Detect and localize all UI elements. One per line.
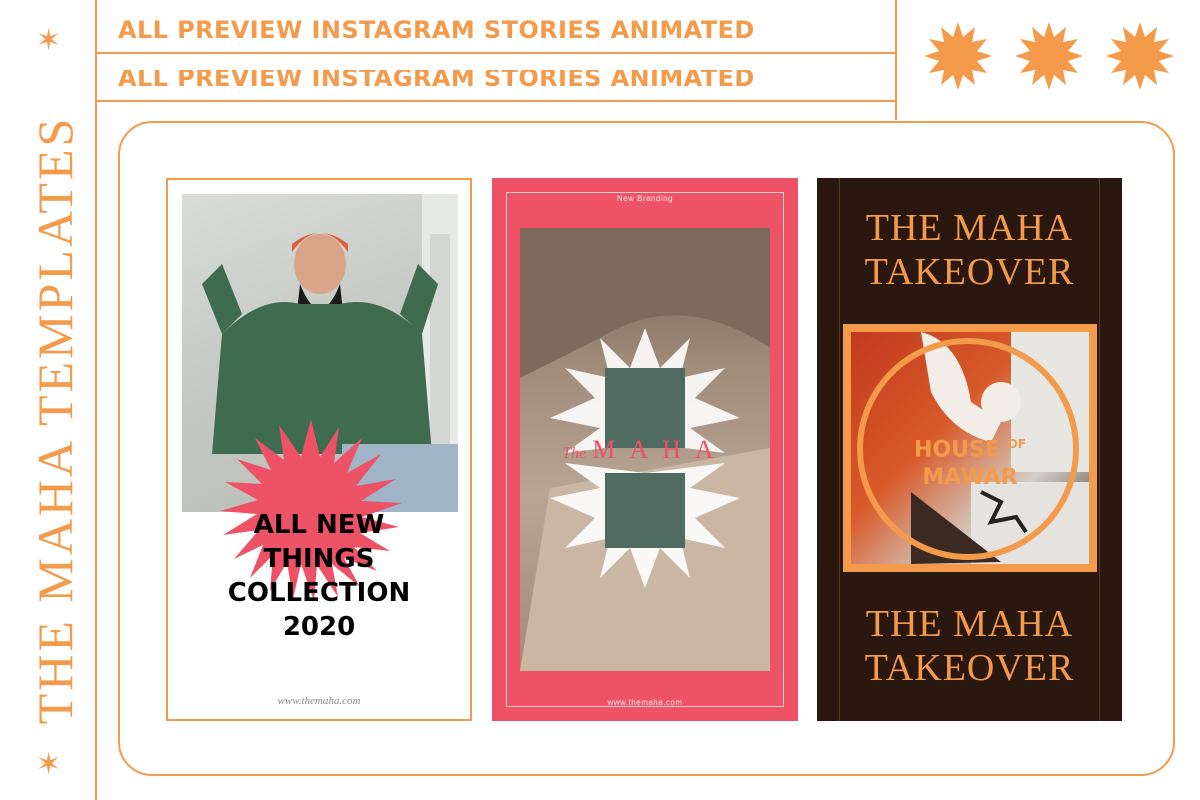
story-title-line: COLLECTION <box>227 578 411 608</box>
heading-line: TAKEOVER <box>864 251 1075 293</box>
header-line-top <box>95 52 895 54</box>
page-headline: ALL PREVIEW INSTAGRAM STORIES ANIMATED <box>118 16 755 44</box>
heading-line: THE MAHA <box>865 207 1074 249</box>
story-card-2[interactable]: New Branding The MAHA www.themaha.com <box>492 178 798 721</box>
star-icon: ✶ <box>36 748 62 781</box>
story-top-text: New Branding <box>616 194 674 203</box>
logo-the: The <box>562 445 587 462</box>
story-title-line: THINGS <box>263 544 375 574</box>
heading-line: TAKEOVER <box>864 647 1075 689</box>
burst-icon <box>924 22 992 90</box>
story-photo: HOUSE OF MAWAR <box>851 332 1089 564</box>
story-url: www.themaha.com <box>277 695 361 707</box>
story-card-3[interactable]: THE MAHA TAKEOVER HOUSE OF MAWAR THE MAH… <box>817 178 1122 721</box>
story-url: www.themaha.com <box>607 698 683 707</box>
header-right-divider <box>895 0 897 120</box>
brand-vertical-title: THE MAHA TEMPLATES <box>27 115 83 725</box>
label-house: HOUSE <box>914 437 1000 463</box>
left-divider-line <box>95 0 97 800</box>
page-headline-echo: ALL PREVIEW INSTAGRAM STORIES ANIMATED <box>118 70 755 92</box>
story-title-line: 2020 <box>282 612 356 642</box>
story-heading-top: THE MAHA TAKEOVER <box>817 206 1122 294</box>
story-label: HOUSE OF MAWAR <box>851 430 1089 492</box>
burst-icon <box>1015 22 1083 90</box>
story-heading-bottom: THE MAHA TAKEOVER <box>817 602 1122 690</box>
label-of: OF <box>1007 437 1026 451</box>
story-title: ALL NEW THINGS COLLECTION 2020 <box>168 508 470 644</box>
story-photo-frame: HOUSE OF MAWAR <box>843 324 1097 572</box>
logo-word: MAHA <box>592 435 728 464</box>
story-card-1[interactable]: ALL NEW THINGS COLLECTION 2020 www.thema… <box>166 178 472 721</box>
story-title-line: ALL NEW <box>253 510 385 540</box>
heading-line: THE MAHA <box>865 603 1074 645</box>
label-mawar: MAWAR <box>922 465 1018 491</box>
star-icon: ✶ <box>36 24 62 57</box>
header-line-bottom <box>95 100 895 102</box>
burst-icon <box>1106 22 1174 90</box>
story-logo: The MAHA <box>492 435 798 465</box>
